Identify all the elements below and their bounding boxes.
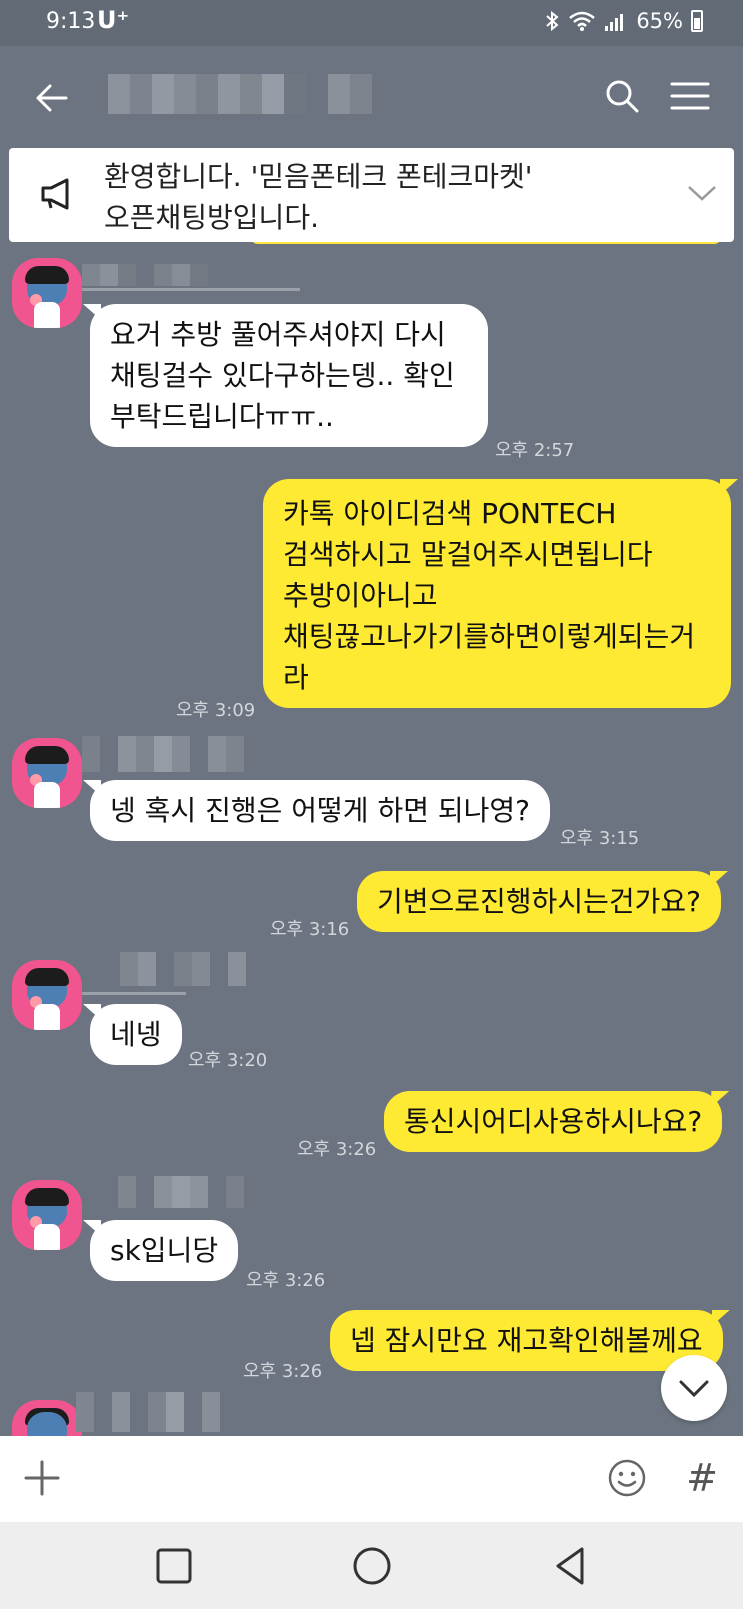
message-time: 오후 3:26 xyxy=(246,1270,326,1291)
notice-banner[interactable]: 환영합니다. '믿음폰테크 폰테크마켓' 오픈채팅방입니다. xyxy=(9,148,734,242)
android-nav-bar xyxy=(0,1522,743,1609)
carrier-label: U⁺ xyxy=(97,6,130,34)
sender-name-blurred xyxy=(120,952,246,986)
status-indicators: 65% xyxy=(544,9,703,33)
back-arrow-icon[interactable] xyxy=(30,76,74,120)
sender-name-blurred xyxy=(76,1392,220,1432)
avatar[interactable] xyxy=(12,960,82,1030)
message-bubble-outgoing[interactable]: 통신시어디사용하시나요? xyxy=(384,1091,723,1152)
message-input[interactable] xyxy=(84,1454,594,1504)
message-input-bar: # xyxy=(0,1436,743,1522)
message-time: 오후 2:57 xyxy=(495,440,575,461)
message-bubble-incoming[interactable]: sk입니당 xyxy=(90,1220,239,1281)
message-bubble-outgoing[interactable]: 기변으로진행하시는건가요? xyxy=(357,871,721,932)
name-underline xyxy=(82,288,300,291)
status-bar: 9:13 U⁺ 65% xyxy=(0,0,743,46)
message-time: 오후 3:09 xyxy=(176,700,256,721)
back-icon[interactable] xyxy=(546,1542,594,1590)
plus-icon[interactable] xyxy=(20,1456,64,1500)
emoji-icon[interactable] xyxy=(605,1456,649,1500)
menu-icon[interactable] xyxy=(668,74,712,118)
hashtag-icon[interactable]: # xyxy=(680,1456,724,1500)
message-time: 오후 3:26 xyxy=(243,1361,323,1382)
notice-text: 환영합니다. '믿음폰테크 폰테크마켓' 오픈채팅방입니다. xyxy=(104,160,533,234)
message-bubble-incoming[interactable]: 요거 추방 풀어주셔야지 다시 채팅걸수 있다구하는뎅.. 확인 부탁드립니다ㅠ… xyxy=(90,304,488,447)
scroll-to-bottom-button[interactable] xyxy=(661,1355,727,1421)
status-time: 9:13 xyxy=(46,9,96,34)
message-bubble-incoming[interactable]: 네넹 xyxy=(90,1004,182,1065)
wifi-icon xyxy=(569,11,596,31)
battery-icon xyxy=(691,10,703,32)
message-bubble-outgoing[interactable]: 카톡 아이디검색 PONTECH 검색하시고 말걸어주시면됩니다 추방이아니고 … xyxy=(263,479,731,708)
message-time: 오후 3:15 xyxy=(560,828,640,849)
sender-name-blurred xyxy=(100,1176,244,1208)
recent-apps-icon[interactable] xyxy=(150,1542,198,1590)
avatar[interactable] xyxy=(12,258,82,328)
bluetooth-icon xyxy=(546,10,559,32)
chat-header xyxy=(0,46,743,148)
room-title-blurred xyxy=(108,74,372,114)
avatar[interactable] xyxy=(12,1400,82,1436)
message-bubble-incoming[interactable]: 넹 혹시 진행은 어떻게 하면 되나영? xyxy=(90,780,551,841)
chevron-down-icon[interactable] xyxy=(685,178,719,208)
megaphone-icon xyxy=(41,178,69,210)
avatar[interactable] xyxy=(12,1180,82,1250)
search-icon[interactable] xyxy=(600,74,644,118)
battery-percent: 65% xyxy=(636,9,683,33)
name-underline xyxy=(82,992,186,995)
chevron-down-icon xyxy=(679,1380,709,1398)
message-time: 오후 3:20 xyxy=(188,1050,268,1071)
home-icon[interactable] xyxy=(348,1542,396,1590)
sender-name-blurred xyxy=(82,736,244,772)
message-time: 오후 3:16 xyxy=(270,919,350,940)
message-time: 오후 3:26 xyxy=(297,1139,377,1160)
signal-icon xyxy=(605,14,624,31)
avatar[interactable] xyxy=(12,738,82,808)
